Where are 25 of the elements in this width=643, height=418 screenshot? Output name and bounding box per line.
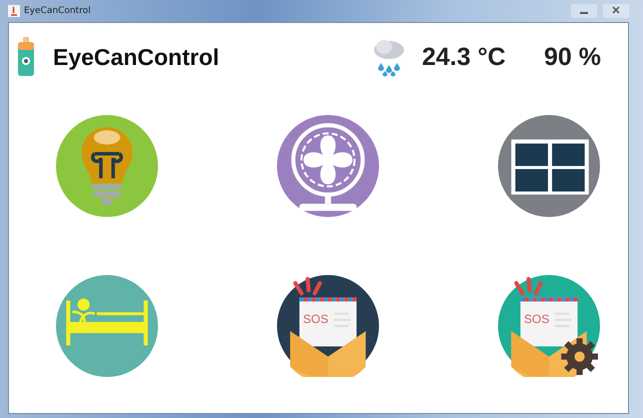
bed-icon	[56, 275, 158, 377]
window-icon	[498, 115, 600, 217]
java-app-icon	[8, 5, 20, 17]
sos-envelope-icon	[277, 275, 379, 377]
close-icon	[612, 6, 620, 14]
temperature-reading: 24.3 °C	[422, 42, 507, 72]
minimize-icon	[580, 10, 588, 14]
sos-label: SOS	[303, 312, 328, 326]
device-tile[interactable]: SOS	[498, 275, 600, 377]
device-tile[interactable]	[56, 275, 158, 377]
minimize-button[interactable]	[571, 4, 597, 18]
device-tile[interactable]	[498, 115, 600, 217]
sos-envelope-gear-icon	[498, 275, 600, 377]
fan-icon	[277, 115, 379, 217]
window-title: EyeCanControl	[24, 6, 91, 16]
battery-icon	[17, 37, 35, 77]
device-tile[interactable]	[277, 115, 379, 217]
device-tile[interactable]	[56, 115, 158, 217]
app-title: EyeCanControl	[53, 44, 220, 70]
close-button[interactable]	[603, 4, 629, 18]
device-tile[interactable]: SOS	[277, 275, 379, 377]
humidity-reading: 90 %	[544, 42, 602, 72]
rain-cloud-icon	[372, 37, 406, 77]
sos-label: SOS	[524, 312, 550, 326]
light-bulb-icon	[56, 115, 158, 217]
